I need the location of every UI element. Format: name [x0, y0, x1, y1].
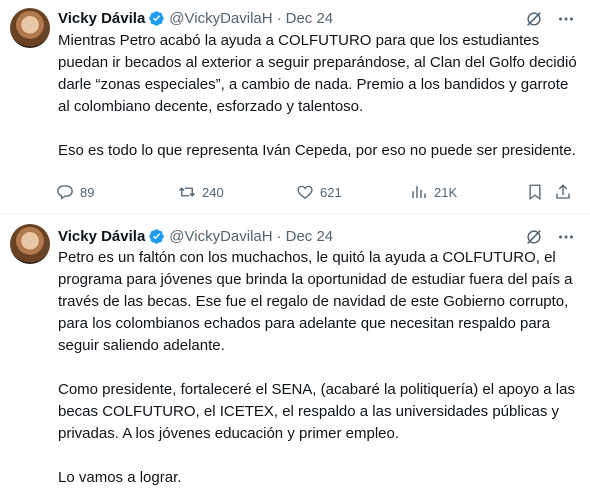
like-count: 621	[320, 184, 342, 200]
tweet-header: Vicky Dávila @VickyDavilaH · Dec 24	[58, 226, 333, 246]
bookmark-button[interactable]	[526, 180, 544, 204]
tweet[interactable]: Vicky Dávila @VickyDavilaH · Dec 24 Petr…	[0, 214, 590, 486]
share-icon	[554, 183, 572, 201]
repost-button[interactable]: 240	[178, 180, 224, 204]
verified-badge-icon	[148, 10, 165, 27]
views-button[interactable]: 21K	[410, 180, 457, 204]
bookmark-icon	[526, 183, 544, 201]
reply-button[interactable]: 89	[56, 180, 94, 204]
tweet-paragraph: Eso es todo lo que representa Iván Ceped…	[58, 142, 576, 159]
tweet-paragraph: Petro es un faltón con los muchachos, le…	[58, 249, 573, 354]
tweet-actions: 89 240 621 21K	[56, 180, 576, 204]
author-handle[interactable]: @VickyDavilaH	[169, 10, 272, 27]
tweet-paragraph: Como presidente, fortaleceré el SENA, (a…	[58, 381, 575, 442]
verified-badge-icon	[148, 228, 165, 245]
tweet-date[interactable]: Dec 24	[286, 10, 334, 27]
reply-icon	[56, 183, 74, 201]
repost-count: 240	[202, 184, 224, 200]
like-button[interactable]: 621	[296, 180, 342, 204]
tweet-paragraph: Mientras Petro acabó la ayuda a COLFUTUR…	[58, 32, 577, 115]
tweet[interactable]: Vicky Dávila @VickyDavilaH · Dec 24 Mien…	[0, 0, 590, 213]
tweet-text: Petro es un faltón con los muchachos, le…	[58, 247, 578, 489]
reply-count: 89	[80, 184, 95, 200]
repost-icon	[178, 183, 196, 201]
tweet-date[interactable]: Dec 24	[286, 228, 334, 245]
tweet-header: Vicky Dávila @VickyDavilaH · Dec 24	[58, 8, 333, 28]
grok-icon[interactable]	[524, 9, 544, 29]
more-icon[interactable]	[556, 227, 576, 247]
like-icon	[296, 183, 314, 201]
avatar[interactable]	[10, 8, 50, 48]
avatar[interactable]	[10, 224, 50, 264]
tweet-paragraph: Lo vamos a lograr.	[58, 469, 182, 486]
share-button[interactable]	[554, 180, 572, 204]
author-name[interactable]: Vicky Dávila	[58, 10, 145, 27]
author-name[interactable]: Vicky Dávila	[58, 228, 145, 245]
separator-dot: ·	[276, 227, 282, 245]
tweet-text: Mientras Petro acabó la ayuda a COLFUTUR…	[58, 30, 578, 162]
more-icon[interactable]	[556, 9, 576, 29]
separator-dot: ·	[276, 9, 282, 27]
views-icon	[410, 183, 428, 201]
author-handle[interactable]: @VickyDavilaH	[169, 228, 272, 245]
views-count: 21K	[434, 184, 458, 200]
grok-icon[interactable]	[524, 227, 544, 247]
